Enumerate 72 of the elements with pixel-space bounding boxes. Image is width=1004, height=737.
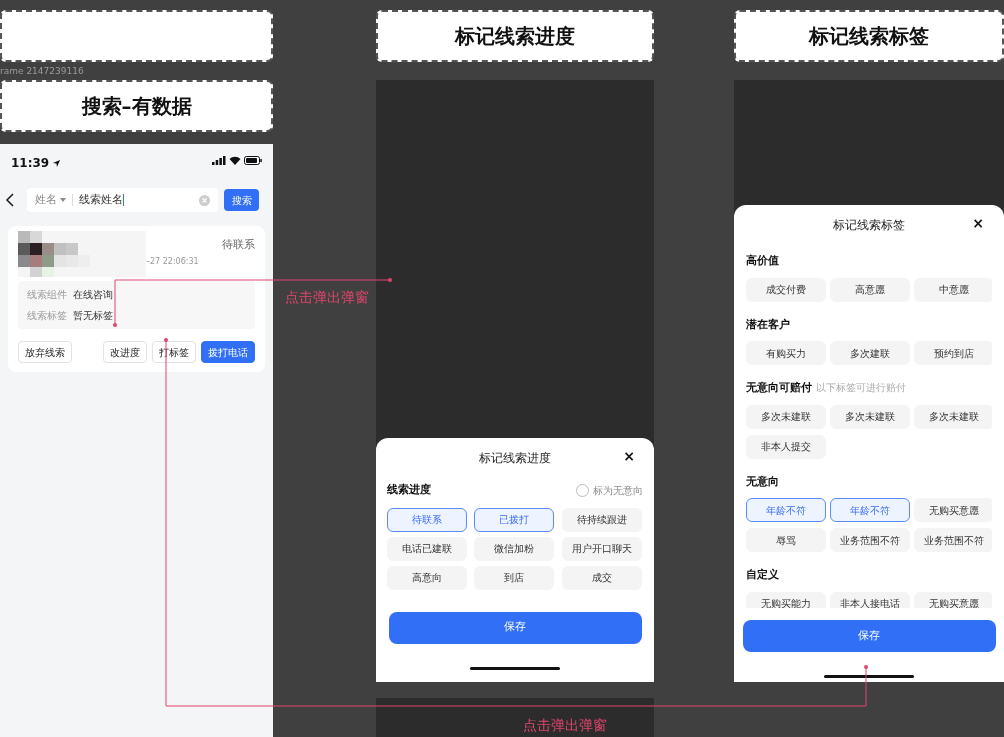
tag-chip[interactable]: 多次未建联: [746, 404, 826, 429]
tag-chip[interactable]: 待联系: [387, 507, 467, 532]
tag-chip[interactable]: 多次未建联: [830, 404, 910, 429]
signal-icon: [212, 156, 226, 165]
tag-chip[interactable]: 已拨打: [474, 507, 555, 532]
filter-dropdown[interactable]: 姓名: [35, 191, 66, 209]
search-field[interactable]: 姓名 线索姓名: [27, 188, 218, 212]
clear-icon[interactable]: [199, 194, 210, 206]
tag-chip[interactable]: 年龄不符: [830, 498, 910, 522]
action-button[interactable]: 拨打电话: [201, 341, 255, 363]
save-button[interactable]: 保存: [388, 611, 642, 644]
frame-label: rame 2147239116: [0, 65, 85, 78]
annotation-text: 点击弹出弹窗: [523, 716, 607, 735]
heading-text: 标记线索进度: [455, 23, 575, 50]
back-icon[interactable]: [5, 193, 15, 207]
group-note: 以下标签可进行赔付: [816, 381, 906, 395]
tag-chip[interactable]: 微信加粉: [474, 536, 555, 561]
tag-chip[interactable]: 非本人提交: [746, 434, 826, 459]
tag-chip[interactable]: 无购买能力: [746, 591, 826, 608]
lead-time: –27 22:06:31: [146, 256, 199, 268]
group-title: 自定义: [746, 567, 779, 583]
location-arrow-icon: [52, 158, 62, 168]
tag-chip[interactable]: 电话已建联: [387, 536, 467, 561]
tag-chip[interactable]: 高意向: [387, 565, 467, 590]
heading-text: 标记线索标签: [809, 23, 929, 50]
field-label: 线索组件: [27, 288, 67, 302]
heading-text: 搜索–有数据: [81, 93, 192, 120]
close-button[interactable]: ×: [972, 216, 984, 230]
tag-chip[interactable]: 业务范围不符: [830, 528, 910, 552]
save-button[interactable]: 保存: [742, 620, 996, 652]
wifi-icon: [229, 156, 241, 165]
battery-icon: [244, 156, 262, 165]
close-button[interactable]: ×: [623, 449, 635, 463]
tag-chip[interactable]: 业务范围不符: [914, 528, 992, 552]
section-title: 线索进度: [387, 482, 431, 498]
sheet-title: 标记线索标签: [833, 217, 905, 234]
action-button[interactable]: 放弃线索: [18, 341, 72, 363]
group-title: 无意向: [746, 473, 779, 490]
tag-chip[interactable]: 无购买意愿: [914, 591, 992, 608]
field-label: 线索标签: [27, 309, 67, 323]
tag-chip[interactable]: 高意愿: [830, 277, 910, 302]
tag-chip[interactable]: 非本人接电话: [830, 591, 910, 608]
action-button[interactable]: 改进度: [103, 341, 147, 363]
tag-chip[interactable]: 多次建联: [830, 341, 910, 365]
tag-chip[interactable]: 年龄不符: [746, 498, 826, 522]
tag-chip[interactable]: 成交付费: [746, 277, 826, 302]
text-cursor: [123, 194, 124, 206]
tag-chip[interactable]: 有购买力: [746, 341, 826, 365]
radio-label: 标为无意向: [593, 483, 643, 498]
group-title: 高价值: [746, 253, 779, 269]
tag-chip[interactable]: 多次未建联: [914, 404, 992, 429]
tag-chip[interactable]: 中意愿: [914, 277, 992, 302]
search-button[interactable]: 搜索: [224, 189, 259, 211]
annotation-text: 点击弹出弹窗: [285, 288, 369, 307]
field-value: 暂无标签: [73, 309, 113, 323]
radio-button[interactable]: [576, 483, 589, 497]
tag-chip[interactable]: 待持续跟进: [561, 507, 642, 532]
lead-status: 待联系: [222, 237, 255, 253]
action-button[interactable]: 打标签: [152, 341, 196, 363]
tag-chip[interactable]: 无购买意愿: [914, 498, 992, 522]
status-time: 11:39: [11, 155, 50, 172]
caret-icon: [60, 198, 66, 202]
tag-chip[interactable]: 到店: [474, 565, 555, 590]
sheet-title: 标记线索进度: [479, 450, 551, 467]
tag-chip[interactable]: 预约到店: [914, 341, 992, 365]
search-text: 线索姓名: [79, 191, 123, 208]
field-value: 在线咨询: [73, 288, 113, 302]
tag-chip[interactable]: 用户开口聊天: [561, 536, 642, 561]
tag-chip[interactable]: 辱骂: [746, 528, 826, 552]
tag-chip[interactable]: 成交: [561, 565, 642, 590]
group-title: 潜在客户: [746, 316, 790, 333]
group-title: 无意向可赔付: [746, 380, 812, 396]
